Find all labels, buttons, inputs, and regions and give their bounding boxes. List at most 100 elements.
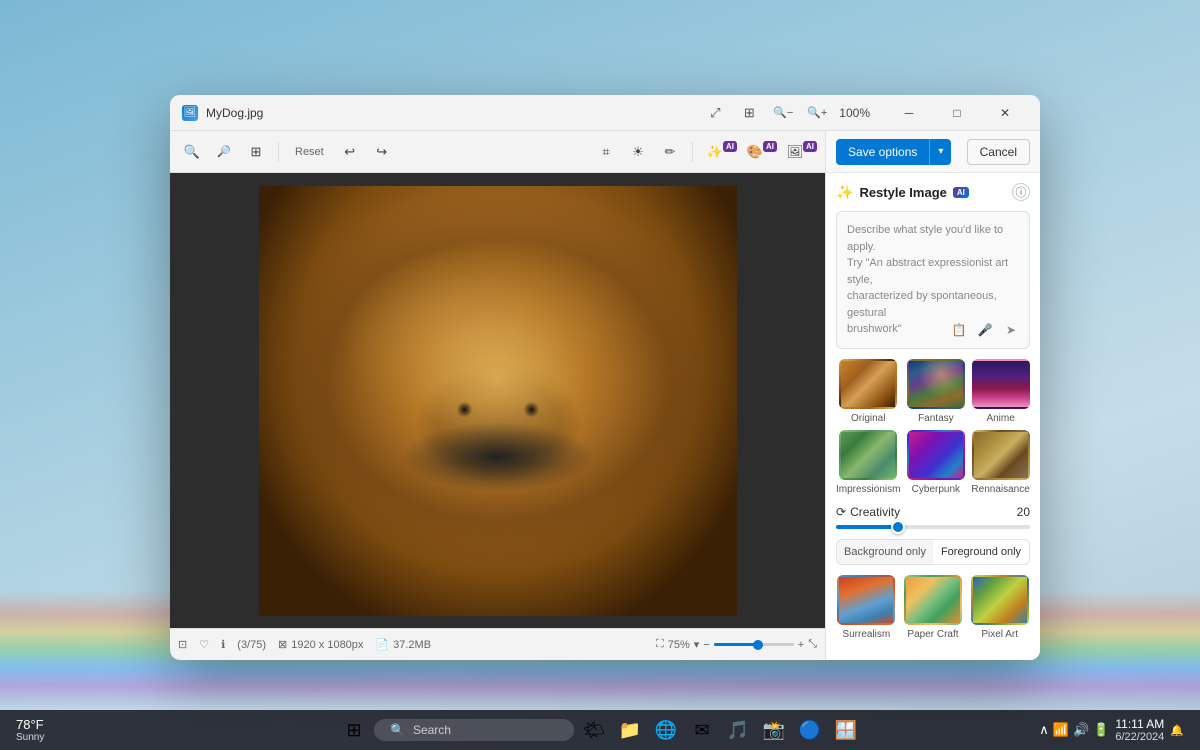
zoom-dropdown-icon[interactable]: ▾ (694, 638, 700, 651)
notification-icon[interactable]: 🔔 (1170, 724, 1184, 737)
image-container (170, 173, 825, 628)
style-item-original[interactable]: Original (836, 359, 900, 424)
zoom-control: ⛶ 75% ▾ − + ⤡ (656, 638, 817, 651)
style-item-pixelart[interactable]: Pixel Art (969, 575, 1030, 640)
mic-button[interactable]: 🎤 (975, 320, 995, 340)
copy-button[interactable]: 📋 (949, 320, 969, 340)
zoom-slider[interactable] (714, 643, 794, 646)
crop-button[interactable]: ⌗ (592, 138, 620, 166)
style-thumb-papercraft (904, 575, 962, 625)
titlebar: 🖼 MyDog.jpg ⤢ ⊞ 🔍− 🔍+ 100% ─ □ ✕ (170, 95, 1040, 131)
send-button[interactable]: ➤ (1001, 320, 1021, 340)
toolbar-sep-1 (278, 142, 279, 162)
style-item-cyberpunk[interactable]: Cyberpunk (906, 430, 965, 495)
style-thumb-anime (972, 359, 1030, 409)
adjust-button[interactable]: ☀ (624, 138, 652, 166)
info-button[interactable]: ⓘ (1012, 183, 1030, 201)
search-icon: 🔍 (390, 723, 405, 737)
style-label-surrealism: Surrealism (842, 629, 890, 640)
slider-thumb[interactable] (891, 520, 905, 534)
info-icon[interactable]: ℹ (221, 638, 225, 651)
ai-panel-toolbar: Save options ▾ Cancel (826, 131, 1040, 173)
view-icon[interactable]: ⊡ (178, 638, 187, 651)
taskbar-music-icon[interactable]: 🎵 (722, 714, 754, 746)
app-icon: 🖼 (182, 105, 198, 121)
style-item-rennaisance[interactable]: Rennaisance (971, 430, 1030, 495)
maximize-button[interactable]: □ (934, 98, 980, 128)
creativity-text: Creativity (850, 505, 900, 519)
taskbar-teams-icon[interactable]: 🔵 (794, 714, 826, 746)
clock: 11:11 AM (1115, 717, 1164, 731)
style-thumb-surrealism (837, 575, 895, 625)
fullscreen-icon[interactable]: ⤡ (808, 638, 817, 651)
creativity-slider[interactable] (836, 525, 1030, 529)
view-icon-item: ⊡ (178, 638, 187, 651)
magic-icon: ✨ (836, 184, 853, 201)
chevron-icon[interactable]: ∧ (1039, 722, 1049, 738)
external-link-icon[interactable]: ⤢ (699, 97, 731, 129)
draw-button[interactable]: ✏ (656, 138, 684, 166)
taskbar-files-icon[interactable]: 📁 (614, 714, 646, 746)
style-item-surrealism[interactable]: Surrealism (836, 575, 897, 640)
zoom-in-status-icon[interactable]: + (798, 639, 804, 651)
zoom-percent: 75% (668, 639, 690, 651)
zoom-in-title-icon[interactable]: 🔍+ (801, 97, 833, 129)
save-options-dropdown-button[interactable]: ▾ (929, 139, 951, 165)
taskbar-time[interactable]: 11:11 AM 6/22/2024 (1115, 717, 1164, 743)
battery-icon[interactable]: 🔋 (1093, 722, 1109, 738)
ai-panel-content: ✨ Restyle Image AI ⓘ Describe what style… (826, 173, 1040, 660)
reset-button[interactable]: Reset (287, 144, 332, 160)
style-item-anime[interactable]: Anime (971, 359, 1030, 424)
window-icons-left: ⤢ ⊞ 🔍− 🔍+ 100% (699, 97, 874, 129)
toolbar-sep-2 (692, 142, 693, 162)
style-thumb-rennaisance (972, 430, 1030, 480)
save-options-button[interactable]: Save options (836, 139, 929, 165)
viewer-statusbar: ⊡ ♡ ℹ (3/75) ⊠ 1920 x 1080px 📄 37.2MB (170, 628, 825, 660)
taskbar-copilot-icon[interactable]: 🪟 (830, 714, 862, 746)
date: 6/22/2024 (1115, 731, 1164, 743)
heart-item: ♡ (199, 638, 209, 651)
heart-icon[interactable]: ♡ (199, 638, 209, 651)
search-bar[interactable]: 🔍 Search (374, 719, 574, 741)
ai-label: AI (953, 187, 969, 198)
zoom-in-button[interactable]: 🔎 (210, 138, 238, 166)
network-icon[interactable]: 📶 (1053, 722, 1069, 738)
slider-fill (836, 525, 898, 529)
window-title: MyDog.jpg (206, 106, 263, 120)
prompt-actions: 📋 🎤 ➤ (949, 320, 1021, 340)
cancel-button[interactable]: Cancel (967, 139, 1030, 165)
start-button[interactable]: ⊞ (338, 714, 370, 746)
zoom-slider-thumb[interactable] (753, 640, 763, 650)
style-item-papercraft[interactable]: Paper Craft (903, 575, 964, 640)
style-thumb-pixelart (971, 575, 1029, 625)
style-grid: Original Fantasy Anime Impressionism (836, 359, 1030, 495)
section-title: ✨ Restyle Image AI (836, 184, 969, 201)
prompt-area[interactable]: Describe what style you'd like to apply.… (836, 211, 1030, 349)
style-thumb-original (839, 359, 897, 409)
info-item: ℹ (221, 638, 225, 651)
layout-icon[interactable]: ⊞ (733, 97, 765, 129)
foreground-only-button[interactable]: Foreground only (933, 540, 1029, 564)
taskbar-photos-icon[interactable]: 📸 (758, 714, 790, 746)
redo-button[interactable]: ↪ (368, 138, 396, 166)
close-button[interactable]: ✕ (982, 98, 1028, 128)
undo-button[interactable]: ↩ (336, 138, 364, 166)
fit-icon[interactable]: ⛶ (656, 638, 664, 651)
minimize-button[interactable]: ─ (886, 98, 932, 128)
taskbar-browser-icon[interactable]: 🌐 (650, 714, 682, 746)
volume-icon[interactable]: 🔊 (1073, 722, 1089, 738)
filesize-icon: 📄 (375, 638, 389, 651)
dimensions-text: 1920 x 1080px (291, 639, 363, 651)
background-only-button[interactable]: Background only (837, 540, 933, 564)
style-label-papercraft: Paper Craft (907, 629, 958, 640)
taskbar-mail-icon[interactable]: ✉ (686, 714, 718, 746)
taskbar-weather-icon[interactable]: 🌤 (578, 714, 610, 746)
zoom-out-status-icon[interactable]: − (703, 639, 709, 651)
filter2-wrap: 🎨 AI (741, 138, 777, 166)
view-toggle-button[interactable]: ⊞ (242, 138, 270, 166)
title-controls: ─ □ ✕ (886, 98, 1028, 128)
zoom-out-button[interactable]: 🔍 (178, 138, 206, 166)
zoom-out-title-icon[interactable]: 🔍− (767, 97, 799, 129)
style-item-fantasy[interactable]: Fantasy (906, 359, 965, 424)
style-item-impressionism[interactable]: Impressionism (836, 430, 900, 495)
